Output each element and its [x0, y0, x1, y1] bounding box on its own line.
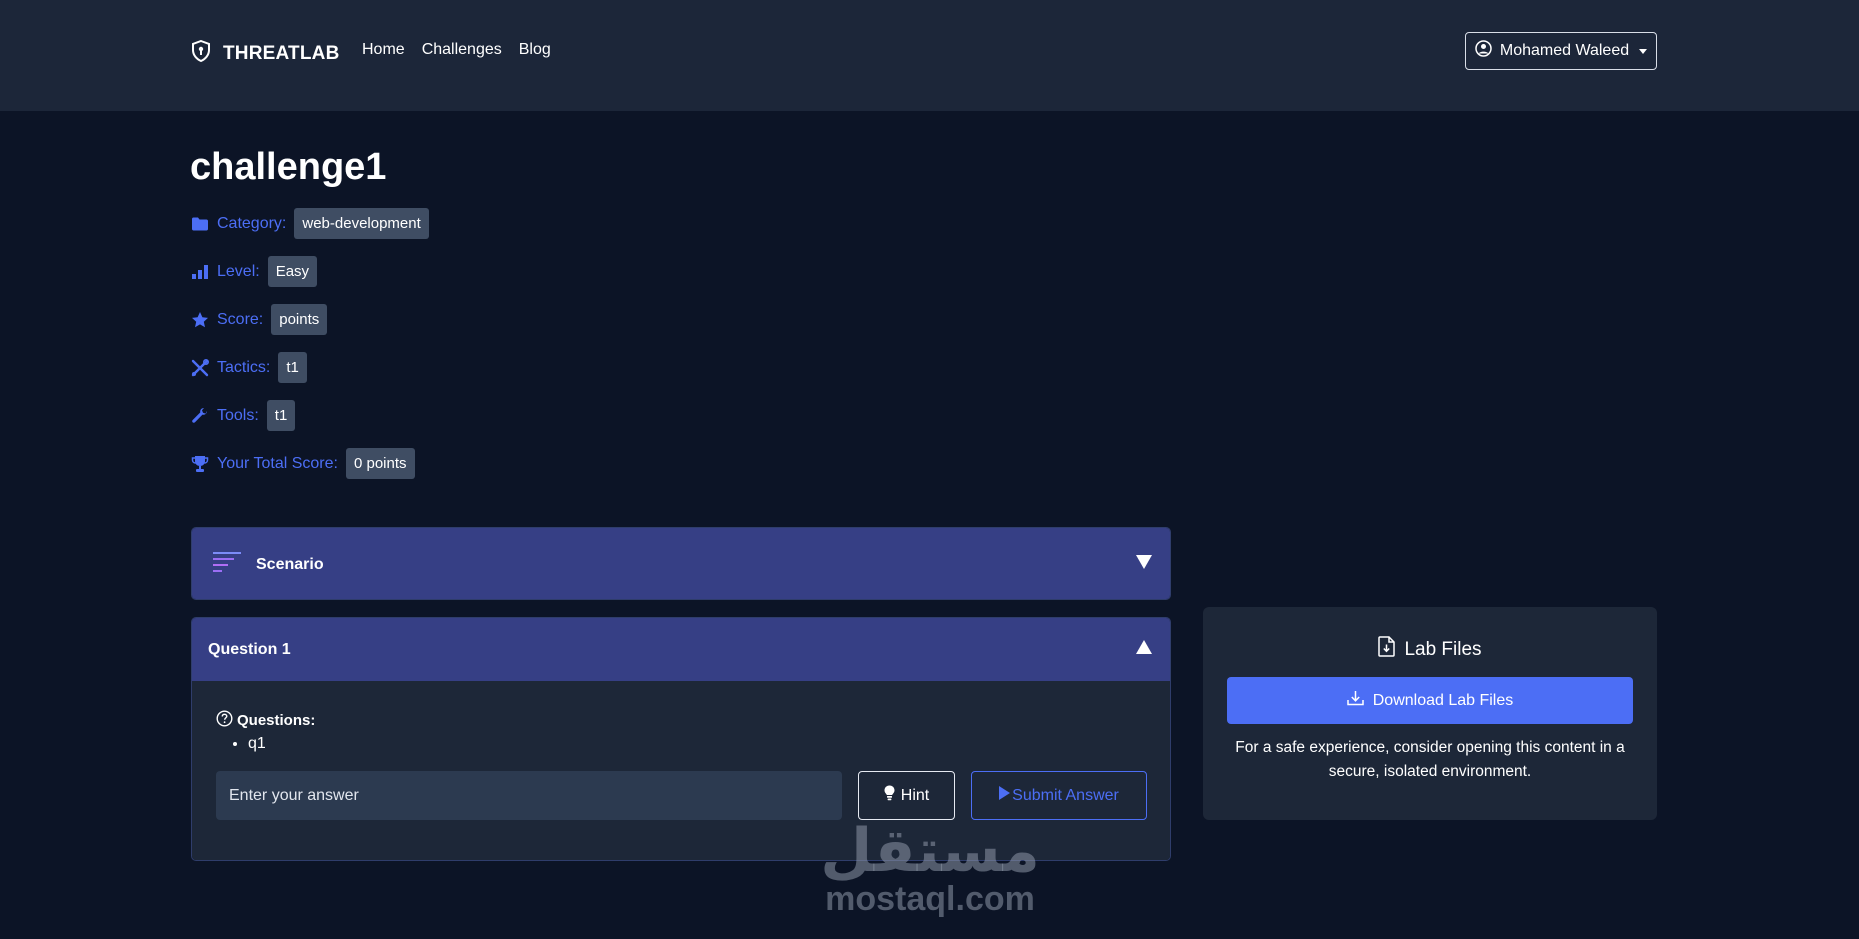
- download-lab-files-button[interactable]: Download Lab Files: [1227, 677, 1633, 724]
- lab-files-title-text: Lab Files: [1404, 638, 1482, 660]
- question-title: Question 1: [208, 640, 291, 658]
- lab-files-note: For a safe experience, consider opening …: [1235, 739, 1625, 780]
- question-circle-icon: [216, 710, 233, 731]
- lightbulb-icon: [884, 785, 895, 806]
- page-title: challenge1: [190, 146, 387, 188]
- file-download-icon: [1378, 636, 1396, 663]
- caret-down-icon: [1639, 48, 1648, 54]
- nav-blog[interactable]: Blog: [519, 41, 551, 59]
- chevron-down-icon: [1136, 555, 1152, 574]
- star-icon: [191, 311, 209, 329]
- user-menu-button[interactable]: Mohamed Waleed: [1465, 32, 1657, 70]
- user-circle-icon: [1475, 40, 1492, 62]
- lines-icon: [212, 551, 242, 578]
- download-icon: [1346, 690, 1364, 711]
- answer-input[interactable]: [216, 771, 842, 820]
- meta-score: Score: points: [191, 304, 328, 335]
- lab-files-title: Lab Files: [1203, 636, 1657, 663]
- question-header[interactable]: Question 1: [192, 618, 1170, 681]
- brand[interactable]: THREATLAB: [191, 39, 340, 67]
- score-badge: points: [271, 304, 328, 335]
- category-label: Category:: [217, 214, 287, 232]
- user-name: Mohamed Waleed: [1499, 42, 1630, 59]
- list-item: q1: [248, 735, 266, 753]
- tools-icon: [191, 358, 209, 377]
- play-icon: [999, 786, 1011, 805]
- trophy-icon: [191, 455, 209, 473]
- meta-tools: Tools: t1: [191, 400, 296, 431]
- score-label: Score:: [217, 310, 264, 328]
- wrench-icon: [191, 407, 209, 425]
- tactics-label: Tactics:: [217, 358, 271, 376]
- level-label: Level:: [217, 262, 260, 280]
- brand-name: THREATLAB: [223, 42, 340, 64]
- meta-category: Category: web-development: [191, 208, 429, 239]
- bar-chart-icon: [191, 263, 209, 281]
- scenario-accordion: Scenario: [191, 527, 1171, 600]
- folder-icon: [191, 215, 209, 233]
- total-score-badge: 0 points: [345, 448, 415, 479]
- meta-tactics: Tactics: t1: [191, 352, 307, 383]
- chevron-up-icon: [1136, 640, 1152, 659]
- scenario-title: Scenario: [256, 555, 324, 573]
- navbar: THREATLAB Home Challenges Blog Mohamed W…: [0, 0, 1859, 111]
- tools-badge: t1: [266, 400, 296, 431]
- hint-button[interactable]: Hint: [858, 771, 955, 820]
- submit-answer-button[interactable]: Submit Answer: [971, 771, 1147, 820]
- nav-home[interactable]: Home: [362, 41, 405, 59]
- total-score-label: Your Total Score:: [217, 454, 338, 472]
- download-label: Download Lab Files: [1372, 691, 1514, 709]
- watermark: مستقل mostaql.com: [815, 820, 1045, 916]
- question-list: q1: [248, 735, 266, 753]
- level-badge: Easy: [267, 256, 318, 287]
- lab-files-card: Lab Files Download Lab Files For a safe …: [1203, 607, 1657, 820]
- tactics-badge: t1: [278, 352, 307, 383]
- questions-label: Questions:: [216, 710, 315, 731]
- questions-label-text: Questions:: [237, 712, 316, 729]
- meta-level: Level: Easy: [191, 256, 318, 287]
- watermark-latin: mostaql.com: [825, 880, 1035, 918]
- submit-label: Submit Answer: [1012, 786, 1119, 804]
- watermark-arabic: مستقل: [820, 816, 1040, 886]
- nav-links: Home Challenges Blog: [362, 41, 551, 59]
- scenario-header[interactable]: Scenario: [192, 528, 1170, 599]
- category-badge: web-development: [294, 208, 429, 239]
- hint-label: Hint: [900, 786, 930, 804]
- nav-challenges[interactable]: Challenges: [422, 41, 502, 59]
- shield-icon: [191, 39, 211, 67]
- tools-label: Tools:: [217, 406, 259, 424]
- meta-total-score: Your Total Score: 0 points: [191, 448, 415, 479]
